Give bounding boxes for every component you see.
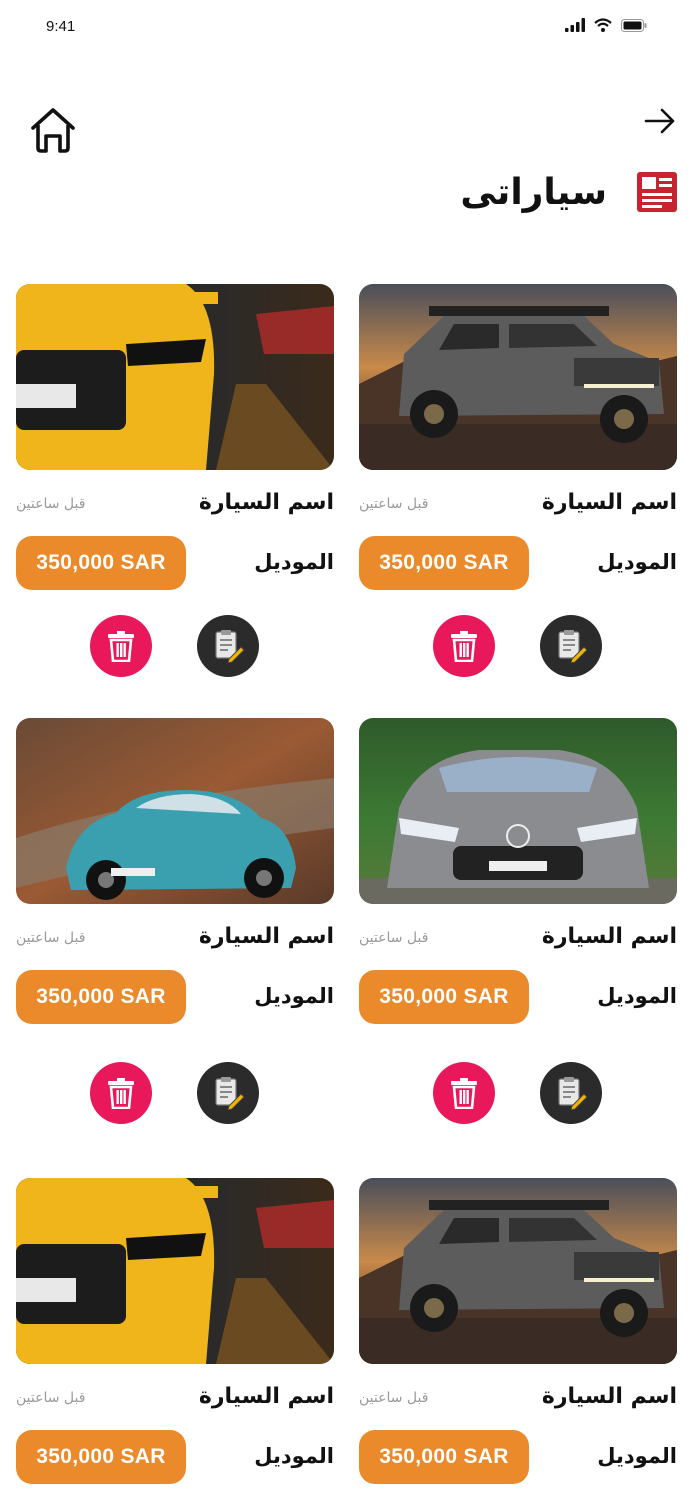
home-button[interactable] [30, 106, 76, 154]
car-model: الموديل [597, 1444, 677, 1468]
car-model: الموديل [254, 1444, 334, 1468]
signal-icon [565, 18, 585, 32]
car-image [16, 284, 334, 470]
price-button[interactable]: 350,000 SAR [359, 1430, 529, 1484]
status-time: 9:41 [46, 18, 76, 35]
price-button[interactable]: 350,000 SAR [16, 970, 186, 1024]
car-time: قبل ساعتين [16, 930, 86, 946]
car-model: الموديل [597, 984, 677, 1008]
forward-button[interactable] [643, 104, 677, 138]
title-row: سياراتى [460, 170, 679, 214]
car-card[interactable]: اسم السيارة قبل ساعتين الموديل 350,000 S… [359, 718, 677, 1124]
car-image [359, 284, 677, 470]
trash-icon [108, 631, 134, 662]
car-image [16, 1178, 334, 1364]
car-time: قبل ساعتين [359, 930, 429, 946]
price-button[interactable]: 350,000 SAR [16, 536, 186, 590]
car-image [359, 718, 677, 904]
trash-icon [451, 1078, 477, 1109]
car-time: قبل ساعتين [359, 1390, 429, 1406]
car-name: اسم السيارة [198, 924, 334, 949]
price-button[interactable]: 350,000 SAR [359, 970, 529, 1024]
car-time: قبل ساعتين [16, 1390, 86, 1406]
car-time: قبل ساعتين [16, 496, 86, 512]
wifi-icon [594, 18, 612, 32]
home-icon [31, 108, 75, 153]
delete-button[interactable] [90, 615, 152, 677]
car-name: اسم السيارة [541, 490, 677, 515]
delete-button[interactable] [90, 1062, 152, 1124]
car-name: اسم السيارة [198, 1384, 334, 1409]
edit-button[interactable] [197, 615, 259, 677]
delete-button[interactable] [433, 615, 495, 677]
car-name: اسم السيارة [198, 490, 334, 515]
document-icon [637, 172, 677, 212]
car-model: الموديل [597, 550, 677, 574]
car-model: الموديل [254, 550, 334, 574]
battery-icon [621, 18, 647, 32]
page-title: سياراتى [460, 171, 607, 213]
edit-document-icon [558, 630, 588, 663]
car-card[interactable]: اسم السيارة قبل ساعتين الموديل 350,000 S… [359, 1178, 677, 1484]
arrow-right-icon [644, 108, 675, 134]
edit-document-icon [215, 1077, 245, 1110]
car-name: اسم السيارة [541, 924, 677, 949]
car-card[interactable]: اسم السيارة قبل ساعتين الموديل 350,000 S… [16, 1178, 334, 1484]
edit-button[interactable] [540, 615, 602, 677]
car-name: اسم السيارة [541, 1384, 677, 1409]
trash-icon [108, 1078, 134, 1109]
status-icons [565, 18, 647, 32]
trash-icon [451, 631, 477, 662]
car-card[interactable]: اسم السيارة قبل ساعتين الموديل 350,000 S… [16, 718, 334, 1124]
delete-button[interactable] [433, 1062, 495, 1124]
car-time: قبل ساعتين [359, 496, 429, 512]
car-image [16, 718, 334, 904]
car-image [359, 1178, 677, 1364]
edit-button[interactable] [540, 1062, 602, 1124]
car-card[interactable]: اسم السيارة قبل ساعتين الموديل 350,000 S… [359, 284, 677, 677]
car-model: الموديل [254, 984, 334, 1008]
status-bar: 9:41 [0, 0, 693, 56]
edit-document-icon [558, 1077, 588, 1110]
edit-document-icon [215, 630, 245, 663]
price-button[interactable]: 350,000 SAR [359, 536, 529, 590]
edit-button[interactable] [197, 1062, 259, 1124]
price-button[interactable]: 350,000 SAR [16, 1430, 186, 1484]
car-card[interactable]: اسم السيارة قبل ساعتين الموديل 350,000 S… [16, 284, 334, 677]
